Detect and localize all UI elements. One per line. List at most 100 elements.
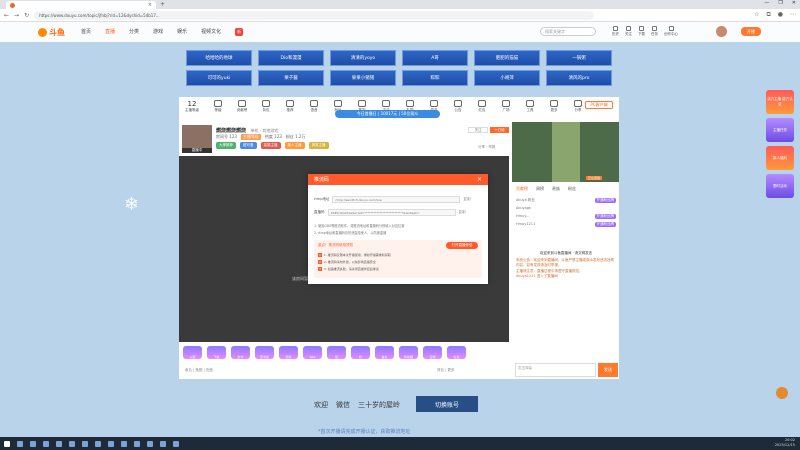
- reload-icon[interactable]: ↻: [24, 12, 29, 19]
- user-avatar[interactable]: [716, 26, 727, 37]
- subscribe-button[interactable]: +订阅: [490, 127, 509, 133]
- pc-client-button[interactable]: PC客户端: [585, 101, 613, 109]
- profile-icon[interactable]: ●: [778, 11, 783, 19]
- ad-banner[interactable]: 活力主播 能力认证: [766, 90, 794, 114]
- toolbar-item[interactable]: 公告: [451, 100, 465, 113]
- system-tray[interactable]: 20:02 2025/12/15: [775, 438, 795, 448]
- toolbar-item[interactable]: 分享: [571, 100, 585, 113]
- send-button[interactable]: 发送: [598, 363, 618, 377]
- tab-fans[interactable]: 粉丝: [568, 186, 576, 192]
- site-logo[interactable]: 斗鱼: [38, 27, 65, 38]
- toolbar-item[interactable]: 背包: [259, 100, 273, 113]
- app-icon[interactable]: [147, 440, 153, 447]
- browser-icon[interactable]: [56, 440, 62, 447]
- gift-item[interactable]: 稳: [351, 346, 370, 359]
- rank-row[interactable]: Akuya 粉丝 开通粉丝牌: [516, 196, 616, 204]
- app-icon[interactable]: [69, 440, 75, 447]
- streamer-tag[interactable]: 高能主播: [260, 142, 281, 149]
- ad-banner[interactable]: 主播任务: [766, 118, 794, 142]
- tab-noble[interactable]: 贵族: [552, 186, 560, 192]
- bookmark-star-icon[interactable]: ☆: [754, 11, 759, 19]
- open-companion-button[interactable]: 打开直播伴侣: [446, 242, 478, 249]
- category-button[interactable]: A哥: [402, 50, 468, 66]
- back-icon[interactable]: ←: [4, 12, 9, 19]
- gift-item[interactable]: 宝箱: [423, 346, 442, 359]
- streamer-tag[interactable]: 大神推荐: [216, 142, 236, 149]
- streamer-tag[interactable]: 超可爱: [240, 142, 257, 149]
- browser-tab[interactable]: ×: [6, 1, 156, 9]
- gift-item[interactable]: 666: [303, 346, 322, 359]
- streamer-tag[interactable]: 新人主播: [284, 142, 305, 149]
- toolbar-item[interactable]: 推荐: [283, 100, 297, 113]
- category-button[interactable]: 清清的yoyo: [330, 50, 396, 66]
- task-view-icon[interactable]: [30, 440, 36, 447]
- category-button[interactable]: 果果小猪猪: [330, 70, 396, 86]
- extensions-icon[interactable]: ⧉: [766, 11, 770, 19]
- room-banner[interactable]: 今日首播日 | 10017元 | 50位观众: [335, 110, 440, 118]
- tab-weekly[interactable]: 周榜: [536, 186, 544, 192]
- app-icon[interactable]: [173, 440, 179, 447]
- search-input[interactable]: 搜索关键字: [540, 27, 596, 36]
- gift-item[interactable]: 办卡: [231, 346, 250, 359]
- share-report[interactable]: 分享 · 举报: [478, 145, 495, 150]
- app-icon[interactable]: [160, 440, 166, 447]
- nav-home[interactable]: 首页: [81, 28, 91, 36]
- start-live-button[interactable]: 开播: [741, 27, 761, 36]
- gift-item[interactable]: 棒棒糖: [399, 346, 418, 359]
- toolbar-item[interactable]: 红包: [475, 100, 489, 113]
- rank-row[interactable]: Hmuy1211 开通粉丝牌: [516, 220, 616, 228]
- category-button[interactable]: 一锅粥: [546, 50, 612, 66]
- app-icon[interactable]: [134, 440, 140, 447]
- nav-category[interactable]: 分类: [129, 28, 139, 36]
- browser-menu-icon[interactable]: ⋯: [790, 11, 796, 19]
- nav-game[interactable]: 游戏: [153, 28, 163, 36]
- rank-row[interactable]: Akuyagk: [516, 204, 616, 212]
- history-button[interactable]: 历史: [612, 26, 619, 37]
- search-icon[interactable]: [17, 440, 23, 447]
- category-button[interactable]: 清风的pro: [546, 70, 612, 86]
- download-button[interactable]: 下载: [638, 26, 645, 37]
- follow-button[interactable]: 关注: [468, 127, 488, 133]
- ad-banner[interactable]: 限时活动: [766, 174, 794, 198]
- category-button[interactable]: 粽粽: [402, 70, 468, 86]
- switch-account-button[interactable]: 切换账号: [416, 396, 478, 412]
- app-icon[interactable]: [95, 440, 101, 447]
- category-button[interactable]: 栗子酱: [258, 70, 324, 86]
- close-window-button[interactable]: ✕: [792, 0, 796, 6]
- close-tab-icon[interactable]: ×: [148, 2, 152, 8]
- follow-button[interactable]: 关注: [625, 26, 632, 37]
- gift-item[interactable]: 弱鸡: [279, 346, 298, 359]
- start-menu-icon[interactable]: [4, 440, 10, 447]
- backpack-link[interactable]: 背包 | 更多: [437, 368, 454, 373]
- forward-icon[interactable]: →: [14, 12, 19, 19]
- tab-contribution[interactable]: 贡献榜: [516, 186, 528, 192]
- new-tab-button[interactable]: +: [160, 1, 165, 8]
- nav-culture[interactable]: 视频文化: [201, 28, 221, 36]
- copy-server-button[interactable]: 复制: [463, 197, 470, 202]
- streamer-tag[interactable]: 搞笑主播: [308, 142, 329, 149]
- gift-item[interactable]: 礼包: [447, 346, 466, 359]
- mini-preview[interactable]: 正在直播: [512, 122, 619, 182]
- float-service-icon[interactable]: [776, 387, 788, 399]
- category-button[interactable]: 哈哈哈的地球: [186, 50, 252, 66]
- app-icon[interactable]: [121, 440, 127, 447]
- maximize-button[interactable]: ❐: [778, 0, 782, 6]
- stream-key-field[interactable]: 1585/10a4?wsSecret=*********************…: [327, 209, 456, 216]
- category-button[interactable]: 可可的yuki: [186, 70, 252, 86]
- ad-banner[interactable]: 新人福利: [766, 146, 794, 170]
- nav-live[interactable]: 直播: [105, 28, 115, 36]
- category-button[interactable]: Dio和漫漫: [258, 50, 324, 66]
- toolbar-item[interactable]: 工具: [523, 100, 537, 113]
- toolbar-item[interactable]: 更多: [547, 100, 561, 113]
- url-input[interactable]: https://www.douyu.com/topic/jfnbj?rid=12…: [34, 10, 595, 20]
- currency-info[interactable]: 鱼丸 | 鱼翅 | 充值: [185, 368, 213, 373]
- server-url-field[interactable]: rtmp://sendtc3.douyu.com/live: [332, 196, 461, 203]
- file-explorer-icon[interactable]: [43, 440, 49, 447]
- app-icon[interactable]: [82, 440, 88, 447]
- gift-item[interactable]: 火箭: [183, 346, 202, 359]
- toolbar-item[interactable]: 广场: [499, 100, 513, 113]
- minimize-button[interactable]: —: [764, 0, 769, 6]
- gift-item[interactable]: 赞: [327, 346, 346, 359]
- copy-key-button[interactable]: 复制: [459, 210, 466, 215]
- app-icon[interactable]: [108, 440, 114, 447]
